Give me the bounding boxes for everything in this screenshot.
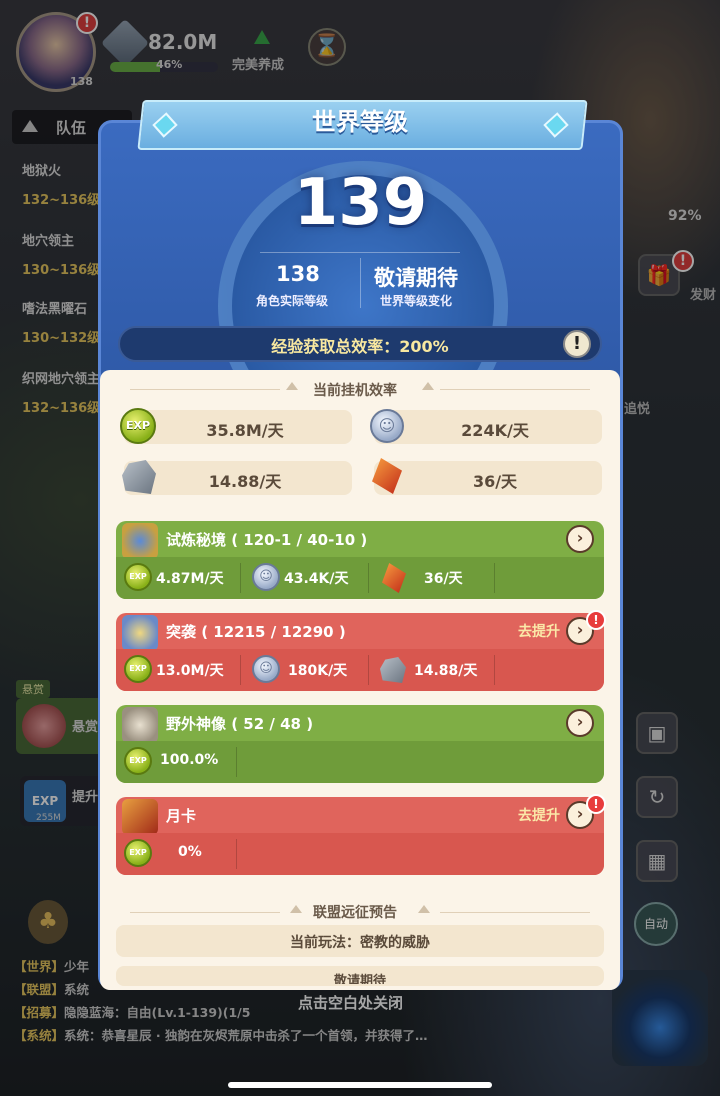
source-exp-value: 100.0% [160,752,219,768]
modal-title: 世界等级 [312,108,408,136]
source-exp-value: 0% [178,844,202,860]
source-coin-value: 180K/天 [288,663,348,679]
divider [494,655,495,685]
home-indicator[interactable] [228,1082,492,1088]
source-title: 试炼秘境 ( 120-1 / 40-10 ) [166,531,368,549]
exp-icon: EXP [120,408,156,444]
source-card-trial[interactable]: 试炼秘境 ( 120-1 / 40-10 ) › EXP 4.87M/天 ☺ 4… [116,521,604,599]
decor-icon [286,382,298,390]
idle-exp-value: 35.8M/天 [206,421,284,440]
decor-icon [418,905,430,913]
divider [360,258,361,308]
coin-icon: ☺ [370,409,404,443]
exp-icon: EXP [124,563,152,591]
trial-icon [122,523,158,559]
divider [494,563,495,593]
exp-icon: EXP [124,839,152,867]
source-stone-value: 14.88/天 [414,663,478,679]
monthly-card-icon [122,799,158,835]
source-title: 突袭 ( 12215 / 12290 ) [166,623,346,641]
alliance-current-mode: 当前玩法：密教的威胁 [290,935,430,951]
coin-icon: ☺ [252,563,280,591]
decor-icon [290,905,302,913]
decor-icon [422,382,434,390]
source-crystal-value: 36/天 [424,571,463,587]
actual-level-caption: 角色实际等级 [256,294,329,308]
idle-section-title: 当前挂机效率 [313,383,397,399]
goto-upgrade-label[interactable]: 去提升 [518,805,560,825]
divider [368,563,369,593]
statue-icon [122,707,158,743]
exp-icon: EXP [124,655,152,683]
divider [236,747,237,777]
divider [440,389,590,390]
divider [236,839,237,869]
info-icon[interactable]: ! [563,330,591,358]
stone-icon [380,657,406,683]
source-card-statue[interactable]: 野外神像 ( 52 / 48 ) › EXP 100.0% [116,705,604,783]
future-label: 敬请期待 [374,266,458,290]
exp-icon: EXP [124,747,152,775]
divider [440,912,590,913]
source-card-raid[interactable]: 突袭 ( 12215 / 12290 ) 去提升 › EXP 13.0M/天 ☺… [116,613,604,691]
source-title: 月卡 [166,807,197,825]
world-level-value: 139 [293,166,428,240]
alliance-next-mode: 敬请期待 [333,974,386,984]
actual-level-value: 138 [276,262,320,286]
source-exp-value: 4.87M/天 [156,571,224,587]
source-exp-value: 13.0M/天 [156,663,224,679]
source-coin-value: 43.4K/天 [284,571,349,587]
alliance-section-title: 联盟远征预告 [313,905,397,921]
divider [130,912,280,913]
divider [240,563,241,593]
idle-crystal-value: 36/天 [472,472,518,491]
raid-icon [122,615,158,651]
crystal-icon [382,563,406,593]
chevron-right-icon[interactable]: › [566,709,594,737]
idle-coin-value: 224K/天 [461,421,529,440]
coin-icon: ☺ [252,655,280,683]
idle-stone-value: 14.88/天 [208,472,282,491]
goto-upgrade-label[interactable]: 去提升 [518,621,560,641]
divider [240,655,241,685]
source-title: 野外神像 ( 52 / 48 ) [166,715,314,733]
source-card-monthly[interactable]: 月卡 去提升 › EXP 0% [116,797,604,875]
exp-rate: 经验获取总效率：200% [271,337,449,356]
chevron-right-icon[interactable]: › [566,525,594,553]
raid-alert-badge: ! [586,610,606,630]
divider [368,655,369,685]
divider [130,389,280,390]
divider [260,252,460,253]
future-caption: 世界等级变化 [380,294,453,308]
monthly-alert-badge: ! [586,794,606,814]
